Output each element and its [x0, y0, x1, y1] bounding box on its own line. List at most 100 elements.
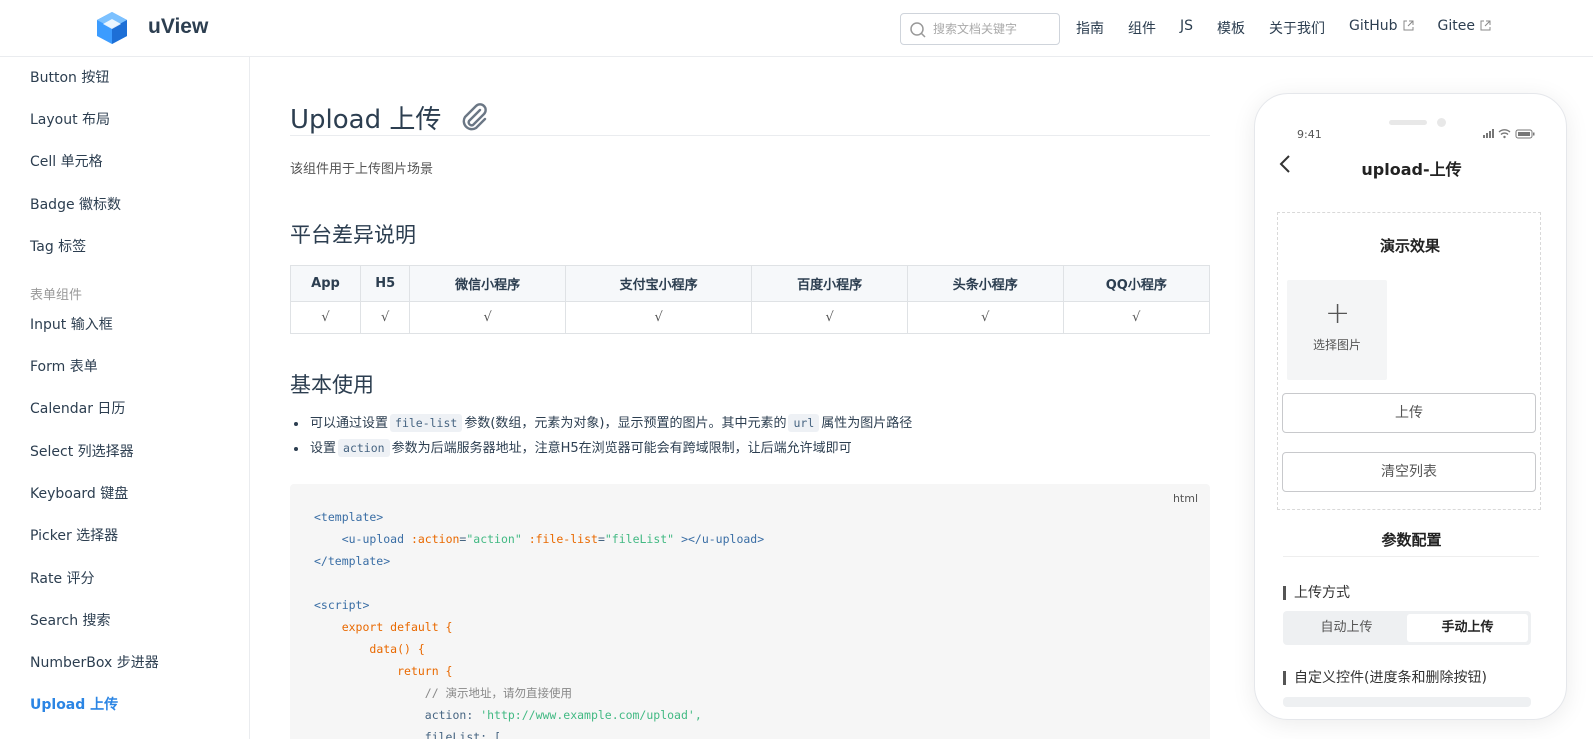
table-cell: √: [290, 301, 361, 334]
table-cell: √: [1062, 301, 1210, 334]
code-token: export default {: [341, 620, 453, 634]
code-token: fileList: [: [424, 730, 501, 739]
sidebar: Button 按钮 Layout 布局 Cell 单元格 Badge 徽标数 T…: [0, 57, 250, 739]
table-header: App: [290, 265, 361, 302]
code-token: return {: [397, 664, 453, 678]
status-bar-icons: [1483, 129, 1535, 139]
sidebar-item-upload[interactable]: Upload 上传: [30, 694, 118, 714]
brand-name[interactable]: uView: [148, 15, 208, 39]
code-token: <script>: [314, 598, 370, 612]
demo-title: 演示效果: [1379, 237, 1440, 255]
list-text: 可以通过设置: [310, 416, 389, 431]
code-token: </template>: [314, 554, 391, 568]
nav-gitee-label: Gitee: [1437, 18, 1475, 34]
sidebar-item-badge[interactable]: Badge 徽标数: [30, 194, 121, 214]
nav-js[interactable]: JS: [1180, 18, 1193, 40]
sidebar-item-form[interactable]: Form 表单: [30, 356, 98, 376]
mobile-preview: 9:41 upload-上传 演示效果 + 选择图片 上传 清空列表 参数配置 …: [1254, 93, 1567, 720]
inline-code: action: [338, 439, 390, 457]
code-token: <u-upload: [341, 532, 405, 546]
sidebar-item-calendar[interactable]: Calendar 日历: [30, 398, 125, 418]
custom-control-label: 自定义控件(进度条和删除按钮): [1283, 671, 1487, 685]
table-header-row: App H5 微信小程序 支付宝小程序 百度小程序 头条小程序 QQ小程序: [290, 265, 1210, 302]
sidebar-item-button[interactable]: Button 按钮: [30, 67, 109, 87]
title-divider: [290, 135, 1210, 136]
sidebar-group-label: 表单组件: [30, 288, 83, 303]
table-header: 百度小程序: [751, 265, 908, 302]
table-cell: √: [751, 301, 908, 334]
nav-guide[interactable]: 指南: [1076, 18, 1104, 40]
code-token: "fileList": [604, 532, 675, 546]
clear-list-button[interactable]: 清空列表: [1282, 452, 1536, 492]
nav-about[interactable]: 关于我们: [1269, 18, 1325, 40]
sidebar-item-tag[interactable]: Tag 标签: [30, 236, 86, 256]
search-icon: [910, 22, 926, 38]
search-input[interactable]: [933, 19, 1053, 39]
section-platform-heading: 平台差异说明: [290, 223, 416, 247]
code-token: data() {: [369, 642, 425, 656]
uview-logo-icon[interactable]: [94, 10, 130, 46]
sidebar-item-numberbox[interactable]: NumberBox 步进器: [30, 652, 159, 672]
list-text: 设置: [310, 441, 337, 456]
paperclip-icon: [462, 103, 487, 131]
list-text: 参数(数组，元素为对象)，显示预置的图片。其中元素的: [464, 416, 787, 431]
plus-icon: +: [1325, 296, 1351, 331]
usage-list: 可以通过设置 file-list 参数(数组，元素为对象)，显示预置的图片。其中元素…: [290, 413, 912, 463]
code-token: action:: [424, 708, 474, 722]
sidebar-item-layout[interactable]: Layout 布局: [30, 109, 110, 129]
upload-tile-label: 选择图片: [1312, 338, 1361, 352]
sidebar-item-input[interactable]: Input 输入框: [30, 314, 113, 334]
table-cell: √: [906, 301, 1064, 334]
upload-button[interactable]: 上传: [1282, 393, 1536, 433]
code-token: <template>: [314, 510, 384, 524]
upload-select-tile[interactable]: + 选择图片: [1287, 280, 1387, 380]
table-header: 头条小程序: [906, 265, 1064, 302]
table-header: H5: [359, 265, 411, 302]
nav-components[interactable]: 组件: [1128, 18, 1156, 40]
nav-gitee[interactable]: Gitee: [1438, 18, 1491, 40]
code-language-label: html: [1172, 492, 1198, 505]
main-content: Upload 上传 该组件用于上传图片场景 平台差异说明 App H5 微信小程…: [290, 57, 1210, 739]
intro-text: 该组件用于上传图片场景: [290, 162, 434, 177]
code-token: // 演示地址，请勿直接使用: [424, 686, 573, 700]
table-header: QQ小程序: [1062, 265, 1210, 302]
top-navbar: uView 指南 组件 JS 模板 关于我们 GitHub Gitee: [0, 0, 1593, 57]
seg-option-manual[interactable]: 手动上传: [1407, 614, 1528, 642]
seg-option-auto[interactable]: 自动上传: [1286, 614, 1407, 642]
platform-table: App H5 微信小程序 支付宝小程序 百度小程序 头条小程序 QQ小程序 √ …: [290, 265, 1210, 334]
nav-github[interactable]: GitHub: [1349, 18, 1414, 40]
list-item: 设置 action 参数为后端服务器地址，注意H5在浏览器可能会有跨域限制，让后端允…: [290, 438, 912, 463]
external-link-icon: [1480, 20, 1491, 31]
nav-templates[interactable]: 模板: [1217, 18, 1245, 40]
search-box[interactable]: [900, 13, 1060, 45]
code-block[interactable]: html <template> <u-upload :action="actio…: [290, 484, 1210, 739]
table-header: 微信小程序: [409, 265, 566, 302]
sidebar-item-rate[interactable]: Rate 评分: [30, 568, 95, 588]
list-text: 参数为后端服务器地址，注意H5在浏览器可能会有跨域限制，让后端允许域即可: [391, 441, 852, 456]
code-content: <template> <u-upload :action="action" :f…: [314, 506, 764, 739]
code-token: "action": [466, 532, 522, 546]
table-row: √ √ √ √ √ √ √: [290, 301, 1210, 334]
table-cell: √: [409, 301, 566, 334]
config-title: 参数配置: [1381, 531, 1442, 549]
sidebar-item-cell[interactable]: Cell 单元格: [30, 151, 103, 171]
code-token: ></u-upload>: [681, 532, 765, 546]
code-token: :action: [410, 532, 460, 546]
list-item: 可以通过设置 file-list 参数(数组，元素为对象)，显示预置的图片。其中元素…: [290, 413, 912, 438]
mobile-page-title: upload-上传: [1361, 160, 1462, 179]
custom-control-segmented[interactable]: [1283, 697, 1531, 707]
table-cell: √: [359, 301, 411, 334]
status-time: 9:41: [1297, 128, 1322, 141]
upload-mode-label: 上传方式: [1283, 586, 1350, 600]
phone-speaker: [1389, 120, 1427, 125]
section-basic-heading: 基本使用: [290, 373, 374, 397]
sidebar-item-picker[interactable]: Picker 选择器: [30, 525, 118, 545]
sidebar-item-search[interactable]: Search 搜索: [30, 610, 111, 630]
sidebar-item-keyboard[interactable]: Keyboard 键盘: [30, 483, 128, 503]
table-cell: √: [564, 301, 753, 334]
sidebar-item-select[interactable]: Select 列选择器: [30, 441, 134, 461]
nav-github-label: GitHub: [1349, 18, 1398, 34]
demo-area: 演示效果 + 选择图片 上传 清空列表: [1277, 212, 1541, 510]
nav-links: 指南 组件 JS 模板 关于我们 GitHub Gitee: [1076, 18, 1515, 40]
inline-code: url: [788, 414, 820, 432]
